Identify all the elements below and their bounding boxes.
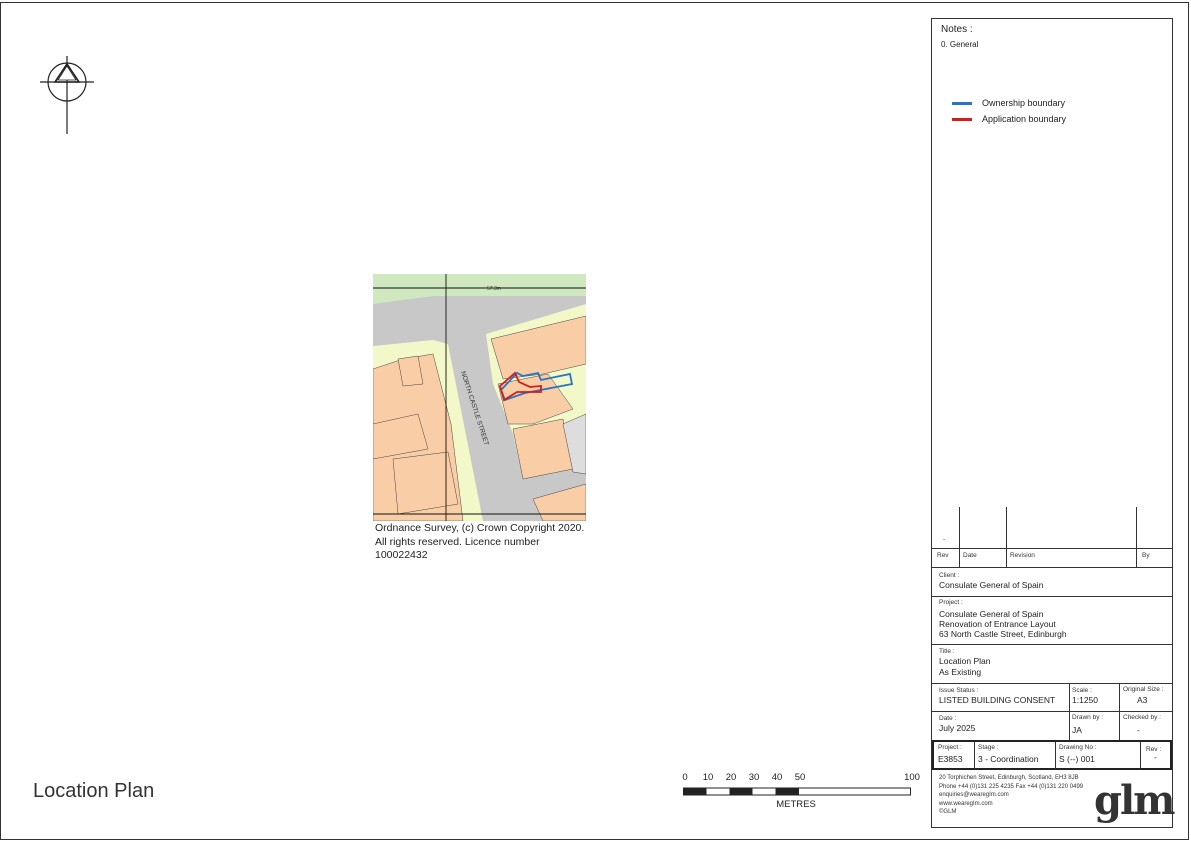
scale-bar-graphic	[683, 787, 911, 796]
scale-unit: METRES	[776, 799, 816, 810]
north-arrow-icon	[40, 56, 94, 134]
date-header: Date	[963, 552, 977, 559]
drawing-title: Location Plan	[33, 780, 155, 802]
scale-label: Scale :	[1072, 687, 1092, 694]
legend-swatch	[952, 101, 972, 105]
legend-item-ownership: Ownership boundary	[952, 98, 1065, 108]
scale-tick-label: 50	[794, 772, 806, 783]
original-size-label: Original Size :	[1123, 686, 1164, 693]
map-copyright-text: Ordnance Survey, (c) Crown Copyright 202…	[375, 522, 585, 561]
notes-title: Notes :	[941, 24, 973, 35]
client-label: Client :	[939, 572, 960, 579]
stage-label: Stage :	[978, 744, 999, 751]
date-label: Date :	[939, 715, 957, 722]
by-header: By	[1142, 552, 1150, 559]
email-link[interactable]: enquiries@wearegIm.com	[939, 791, 1083, 800]
scale-tick-label: 20	[725, 772, 737, 783]
drawing-no-label: Drawing No :	[1059, 744, 1097, 751]
company-logo: glm	[1094, 777, 1175, 824]
project-line: 63 North Castle Street, Edinburgh	[939, 629, 1067, 639]
revision-row-rev: -	[943, 536, 946, 543]
scale-tick-label: 100	[904, 772, 920, 783]
company-address: 20 Torphichen Street, Edinburgh, Scotlan…	[939, 774, 1083, 817]
drawing-id-box	[932, 740, 1172, 770]
scale-tick-label: 40	[771, 772, 783, 783]
project-no-label: Project :	[938, 744, 962, 751]
checked-by-value: -	[1137, 725, 1140, 735]
address-line: 20 Torphichen Street, Edinburgh, Scotlan…	[939, 775, 1079, 781]
legend-item-application: Application boundary	[952, 114, 1066, 124]
client-value: Consulate General of Spain	[939, 580, 1044, 590]
project-no-value: E3853	[938, 754, 963, 764]
project-line: Renovation of Entrance Layout	[939, 619, 1056, 629]
drawn-by-label: Drawn by :	[1072, 714, 1104, 721]
title-line: As Existing	[939, 667, 982, 677]
issue-status-value: LISTED BUILDING CONSENT	[939, 695, 1056, 705]
issue-status-label: Issue Status :	[939, 687, 979, 694]
drawing-no-value: S (--) 001	[1059, 754, 1095, 764]
project-line: Consulate General of Spain	[939, 609, 1044, 619]
copyright-mark: ©GLM	[939, 809, 957, 816]
checked-by-label: Checked by :	[1123, 714, 1161, 721]
location-map: NORTH CASTLE STREET 57.3m	[373, 274, 586, 521]
website-link[interactable]: www.wearegIm.com	[939, 800, 1083, 809]
date-value: July 2025	[939, 723, 976, 733]
map-spot-height: 57.3m	[487, 286, 501, 292]
title-block: Notes : 0. General Ownership boundary Ap…	[931, 18, 1175, 828]
drawn-by-value: JA	[1072, 725, 1082, 735]
stage-value: 3 - Coordination	[978, 754, 1039, 764]
rev-value: -	[1154, 752, 1157, 762]
scale-tick-label: 10	[702, 772, 714, 783]
legend-label: Application boundary	[982, 114, 1067, 124]
scale-bar: 0 10 20 30 40 50 100 METRES	[680, 772, 920, 812]
rev-header: Rev	[937, 552, 949, 559]
legend-swatch	[952, 117, 972, 121]
project-label: Project :	[939, 599, 963, 606]
revision-header: Revision	[1010, 552, 1035, 559]
scale-tick-label: 0	[682, 772, 688, 783]
address-line: Phone +44 (0)131 225 4235 Fax +44 (0)131…	[939, 783, 1084, 790]
scale-tick-label: 30	[748, 772, 760, 783]
title-line: Location Plan	[939, 656, 991, 666]
original-size-value: A3	[1137, 695, 1148, 705]
scale-value: 1:1250	[1072, 695, 1098, 705]
legend-label: Ownership boundary	[982, 98, 1066, 108]
notes-item: 0. General	[941, 40, 979, 49]
title-label: Title :	[939, 648, 955, 655]
